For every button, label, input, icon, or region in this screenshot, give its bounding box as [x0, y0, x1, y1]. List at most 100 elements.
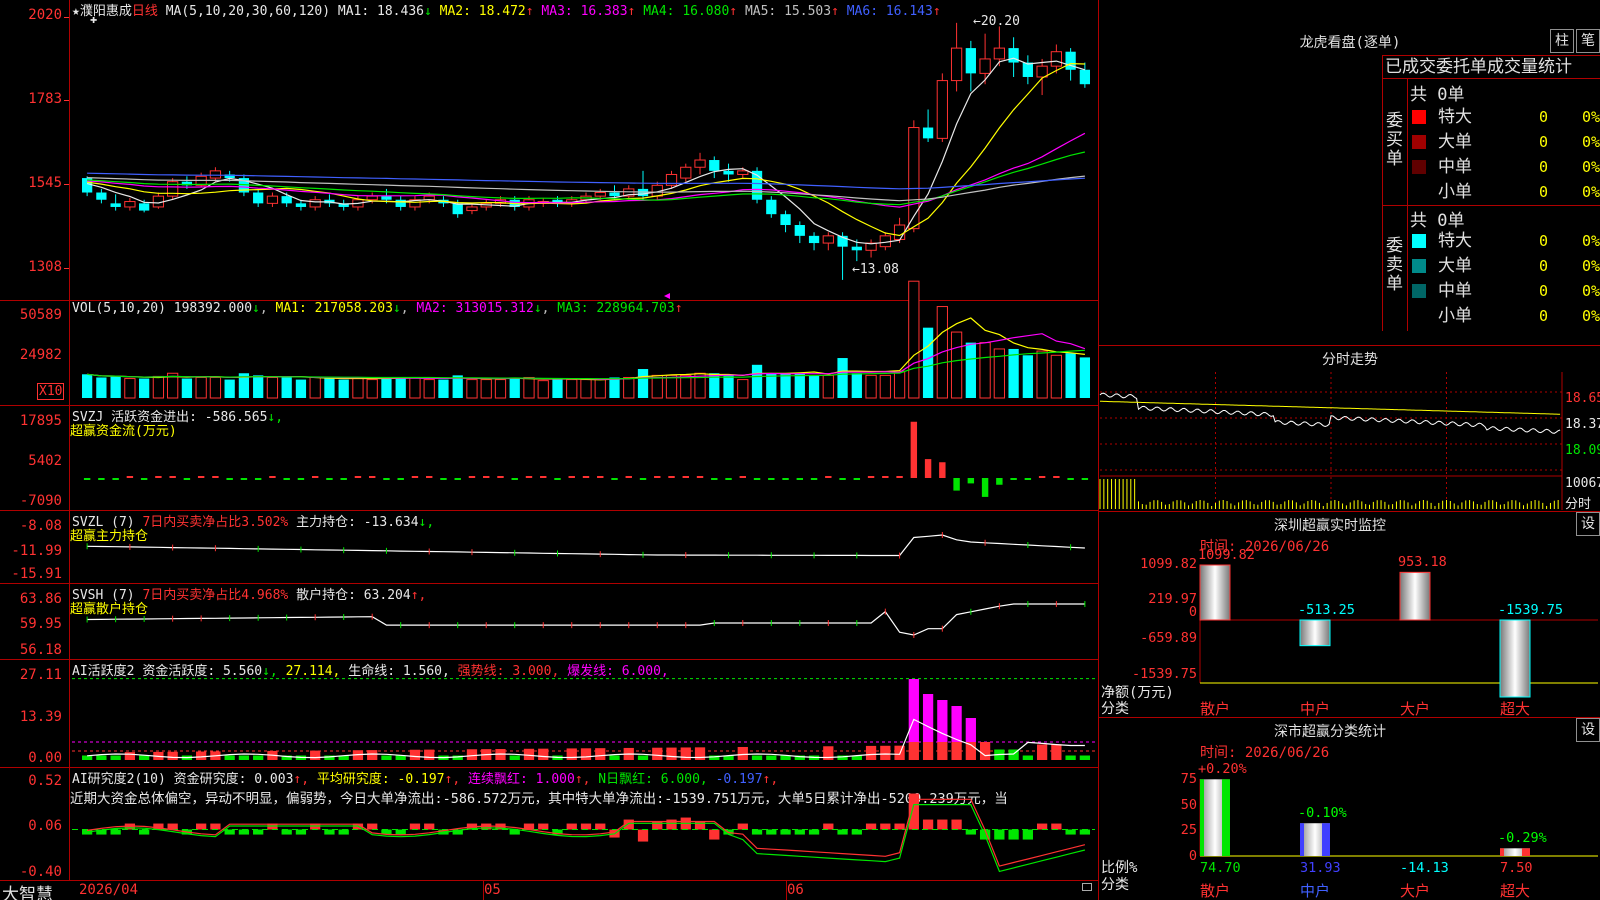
flow-bar — [597, 476, 604, 478]
research-bar — [808, 829, 820, 835]
active-bar — [595, 748, 606, 760]
volume-bar — [181, 378, 193, 398]
volume-bar — [737, 379, 749, 399]
class-bar-change: -0.29% — [1498, 830, 1547, 847]
candle-body — [124, 201, 136, 208]
class-axis-label: 75 — [1180, 771, 1197, 787]
research-bar — [253, 829, 264, 835]
intraday-title: 分时走势 — [1322, 352, 1378, 368]
class-bar-category: 超大 — [1500, 882, 1531, 900]
volume-bar — [1079, 357, 1091, 398]
flow-bar — [668, 476, 675, 478]
volume-bar — [851, 373, 862, 398]
research-bar — [281, 829, 292, 835]
order-pct: 0% — [1581, 108, 1600, 126]
research-bar — [210, 823, 221, 830]
flow-bar — [483, 476, 490, 478]
flow-bar — [625, 476, 632, 478]
volume-bar — [381, 377, 392, 398]
volume-bar — [1036, 350, 1048, 399]
candle-body — [1079, 69, 1091, 85]
flow-bar — [939, 462, 946, 478]
research-bar — [110, 829, 121, 835]
flow-bar — [953, 478, 960, 491]
candle-body — [737, 170, 749, 175]
tab-bar-chart[interactable]: 柱 — [1550, 29, 1574, 53]
legend-swatch — [1412, 185, 1426, 199]
order-pct: 0% — [1581, 257, 1600, 275]
volume-bar — [580, 379, 592, 399]
stats-title: 已成交委托单成交量统计 — [1382, 55, 1600, 79]
order-class-label: 特大 — [1438, 107, 1472, 127]
vol-ma3-line — [87, 349, 1085, 380]
research-bar — [766, 829, 777, 835]
research-bar — [951, 819, 962, 830]
flow-bar — [254, 478, 262, 480]
flow-bar — [768, 478, 775, 480]
research-bar — [794, 829, 805, 835]
flow-bar — [853, 478, 861, 480]
active-bar — [1079, 755, 1091, 760]
flow-bar — [83, 478, 91, 480]
intraday-tag: 分时 — [1565, 497, 1592, 512]
research-bar — [595, 823, 606, 830]
research-red-line — [87, 798, 1086, 867]
candle-body — [808, 235, 820, 244]
tab-tick-list[interactable]: 笔 — [1576, 29, 1600, 53]
volume-bar — [494, 379, 507, 399]
flow-bar — [112, 478, 119, 480]
research-bar — [338, 829, 349, 835]
order-class-label: 特大 — [1438, 231, 1472, 251]
class-bar-change: -0.10% — [1298, 805, 1347, 822]
research-bar — [637, 829, 649, 842]
class-bar-change: +0.20% — [1198, 761, 1247, 778]
flow-bar — [525, 476, 533, 478]
class-bar-value: 7.50 — [1500, 860, 1533, 876]
intraday-price-line — [1099, 392, 1561, 434]
active-bar — [694, 747, 706, 760]
volume-bar — [309, 376, 321, 399]
flow-bar — [197, 476, 205, 478]
active-bar — [466, 749, 478, 760]
active-bar — [566, 748, 577, 760]
flow-bar — [226, 478, 233, 480]
class-axis-label: 25 — [1180, 822, 1197, 838]
candle-body — [936, 80, 948, 139]
research-bar — [139, 829, 150, 835]
active-bar — [766, 755, 777, 760]
flow-bar — [739, 476, 746, 478]
active-bar — [666, 747, 677, 760]
flow-bar — [426, 476, 433, 478]
order-class-label: 中单 — [1438, 281, 1472, 301]
flow-bar — [753, 478, 761, 480]
flow-bar — [1010, 478, 1017, 480]
ma1-line — [86, 57, 1086, 245]
order-class-label: 大单 — [1438, 132, 1472, 152]
volume-bar — [139, 378, 150, 398]
order-count: 0 — [1538, 158, 1548, 176]
volume-bar — [366, 379, 378, 399]
volume-bar — [623, 376, 635, 399]
ma2-line — [87, 62, 1085, 237]
volume-bar — [780, 373, 791, 398]
flow-bar — [340, 478, 347, 480]
volume-bar — [466, 379, 478, 399]
kline-svg — [72, 22, 1598, 873]
flow-bar — [582, 476, 590, 478]
flow-bar — [810, 478, 818, 480]
volume-bar — [224, 379, 235, 398]
class-settings-button[interactable]: 设 — [1576, 718, 1600, 742]
order-count: 0 — [1538, 183, 1548, 201]
volume-bar — [594, 379, 606, 399]
active-bar — [238, 755, 250, 760]
burst-bar — [951, 706, 962, 742]
flow-bar — [354, 476, 362, 478]
flow-bar — [711, 478, 718, 480]
class-bar-segment — [1522, 848, 1530, 856]
volume-bar — [908, 280, 920, 399]
volume-bar — [723, 375, 734, 398]
research-bar — [1065, 829, 1076, 835]
candle-body — [979, 58, 991, 74]
research-bar — [1022, 829, 1033, 840]
monitor-settings-button[interactable]: 设 — [1576, 512, 1600, 536]
